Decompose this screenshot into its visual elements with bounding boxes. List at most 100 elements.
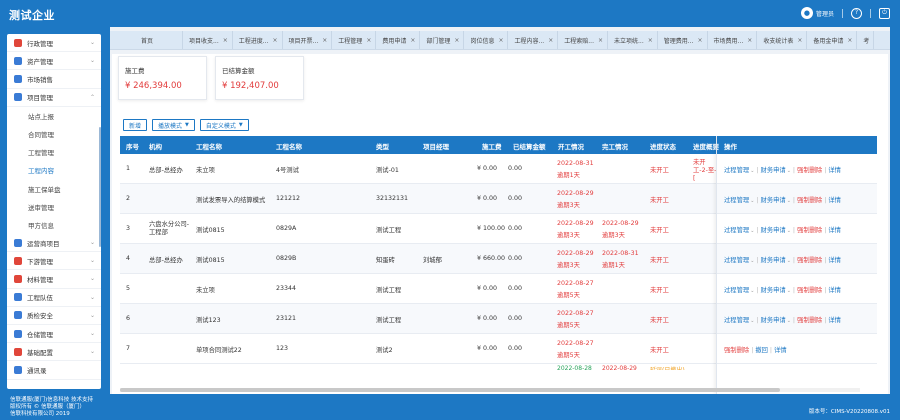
tab-15[interactable]: 考 — [857, 31, 875, 49]
sidebar-item-admin[interactable]: 行政管理 ⌄ — [7, 34, 101, 53]
action-delete[interactable]: 强制删除 — [797, 287, 822, 294]
sidebar-item-storage[interactable]: 仓储管理 ⌄ — [7, 325, 101, 344]
action-detail[interactable]: 详情 — [828, 287, 841, 294]
action-withdraw[interactable]: 撤回 — [755, 347, 768, 354]
sidebar-item-sub-5[interactable]: 合同管理 — [7, 124, 101, 144]
close-icon[interactable]: × — [747, 37, 752, 44]
action-process[interactable]: 过程管理 — [724, 317, 749, 324]
tab-5[interactable]: 费用申请 × — [376, 31, 421, 49]
action-detail[interactable]: 详情 — [828, 197, 841, 204]
action-process[interactable]: 过程管理 — [724, 167, 749, 174]
close-icon[interactable]: × — [548, 37, 553, 44]
sidebar-item-sub-7[interactable]: 工程内容 — [7, 161, 101, 180]
sidebar-item-operator[interactable]: 运营商项目 ⌄ — [7, 234, 101, 253]
cell-pm: 刘城郁 — [423, 257, 442, 264]
tab-6[interactable]: 部门管理 × — [420, 31, 465, 49]
contacts-icon — [14, 365, 22, 374]
close-icon[interactable]: × — [797, 37, 802, 44]
user-menu[interactable]: ● 管理员 — [800, 7, 834, 19]
close-icon[interactable]: × — [223, 37, 228, 44]
close-icon[interactable]: × — [498, 37, 503, 44]
action-finance[interactable]: 财务申请 — [761, 227, 786, 234]
chevron-down-icon: ⌄ — [89, 311, 95, 319]
cell-summary: 未开工-2-至-[ — [693, 159, 717, 182]
action-detail[interactable]: 详情 — [828, 227, 841, 234]
action-process[interactable]: 过程管理 — [724, 287, 749, 294]
action-process[interactable]: 过程管理 — [724, 257, 749, 264]
sidebar-item-project[interactable]: 项目管理 ⌃ — [7, 89, 101, 107]
action-finance[interactable]: 财务申请 — [761, 317, 786, 324]
action-detail[interactable]: 详情 — [828, 317, 841, 324]
tab-9[interactable]: 工程索赔... × — [558, 31, 609, 49]
scroll-thumb[interactable] — [120, 388, 780, 392]
action-detail[interactable]: 详情 — [774, 347, 787, 354]
action-finance[interactable]: 财务申请 — [761, 167, 786, 174]
close-icon[interactable]: × — [366, 37, 371, 44]
tab-13[interactable]: 收支统计表 × — [757, 31, 808, 49]
cell-code: 0829B — [276, 255, 297, 262]
action-detail[interactable]: 详情 — [828, 257, 841, 264]
action-process[interactable]: 过程管理 — [724, 227, 749, 234]
action-finance[interactable]: 财务申请 — [761, 197, 786, 204]
cell-no: 1 — [126, 165, 131, 172]
table-row: 2 测试发票导入的结算模式 121212 32132131 ¥ 0.00 0.00 2022… — [120, 184, 877, 214]
close-icon[interactable]: × — [322, 37, 327, 44]
action-delete[interactable]: 强制删除 — [724, 347, 749, 354]
tab-1[interactable]: 项目收支... × — [183, 31, 233, 49]
sidebar-item-sub-8[interactable]: 施工保单盘 — [7, 179, 101, 198]
help-icon[interactable]: ? — [851, 7, 862, 19]
tab-4[interactable]: 工程管理 × — [332, 31, 377, 49]
config-icon — [14, 347, 22, 356]
sidebar-item-asset[interactable]: 资产管理 ⌄ — [7, 52, 101, 71]
close-icon[interactable]: × — [410, 37, 415, 44]
close-icon[interactable]: × — [598, 37, 603, 44]
sidebar-item-material[interactable]: 材料管理 ⌄ — [7, 270, 101, 289]
cell-start: 2022-08-27 — [557, 280, 594, 287]
sidebar: 行政管理 ⌄ 资产管理 ⌄ 市场销售 项目管理 ⌃ 站点上报 合同管理 工程管理 工程内容 施工保单盘… — [0, 27, 101, 394]
sidebar-item-team[interactable]: 工程队伍 ⌄ — [7, 289, 101, 307]
tab-14[interactable]: 备用金申请 × — [807, 31, 858, 49]
col-summary: 进度概要 — [693, 143, 719, 151]
close-icon[interactable]: × — [847, 37, 852, 44]
tab-10[interactable]: 未立项统... × — [608, 31, 658, 49]
chevron-down-icon: ▼ — [185, 122, 189, 128]
sidebar-item-contacts[interactable]: 通讯录 — [7, 361, 101, 380]
sidebar-item-sub-6[interactable]: 工程管理 — [7, 143, 101, 162]
sidebar-item-sub-4[interactable]: 站点上报 — [7, 106, 101, 125]
table-horizontal-scrollbar[interactable] — [120, 388, 860, 392]
custom-mode-dropdown[interactable]: 自定义模式 ▼ — [199, 119, 249, 131]
tab-8[interactable]: 工程内容... × — [508, 31, 559, 49]
logout-icon[interactable]: ⏻ — [879, 7, 890, 19]
action-detail[interactable]: 详情 — [828, 167, 841, 174]
sidebar-item-market[interactable]: 市场销售 — [7, 70, 101, 89]
action-delete[interactable]: 强制删除 — [797, 197, 822, 204]
sidebar-scrollbar[interactable] — [99, 127, 101, 247]
close-icon[interactable]: × — [648, 37, 653, 44]
sidebar-item-quality[interactable]: 质检安全 ⌄ — [7, 307, 101, 325]
tab-2[interactable]: 工程进度... × — [233, 31, 283, 49]
tab-0[interactable]: 首页 — [110, 31, 183, 49]
sidebar-item-sub-9[interactable]: 送审管理 — [7, 197, 101, 216]
action-delete[interactable]: 强制删除 — [797, 257, 822, 264]
close-icon[interactable]: × — [454, 37, 459, 44]
action-finance[interactable]: 财务申请 — [761, 287, 786, 294]
toolbar: 新增 播放模式 ▼ 自定义模式 ▼ — [123, 119, 249, 131]
action-delete[interactable]: 强制删除 — [797, 227, 822, 234]
action-process[interactable]: 过程管理 — [724, 197, 749, 204]
sidebar-item-sub-10[interactable]: 甲方信息 — [7, 215, 101, 235]
sidebar-item-downstream[interactable]: 下游管理 ⌄ — [7, 252, 101, 271]
tab-11[interactable]: 管理费用... × — [658, 31, 708, 49]
table-row: 3 六盘水分公司-工程部 测试0815 0829A 测试工程 ¥ 100.00 0.00 20… — [120, 214, 877, 244]
tab-7[interactable]: 岗位信息 × — [464, 31, 509, 49]
tab-12[interactable]: 市场费用... × — [708, 31, 758, 49]
add-button[interactable]: 新增 — [123, 119, 148, 131]
close-icon[interactable]: × — [273, 37, 278, 44]
chevron-down-icon: ▼ — [238, 122, 243, 128]
mode-dropdown[interactable]: 播放模式 ▼ — [152, 119, 195, 131]
action-delete[interactable]: 强制删除 — [797, 167, 822, 174]
tab-3[interactable]: 项目开票... × — [283, 31, 333, 49]
action-finance[interactable]: 财务申请 — [761, 257, 786, 264]
sidebar-item-config[interactable]: 基础配置 ⌄ — [7, 343, 101, 362]
close-icon[interactable]: × — [698, 37, 703, 44]
action-delete[interactable]: 强制删除 — [797, 317, 822, 324]
